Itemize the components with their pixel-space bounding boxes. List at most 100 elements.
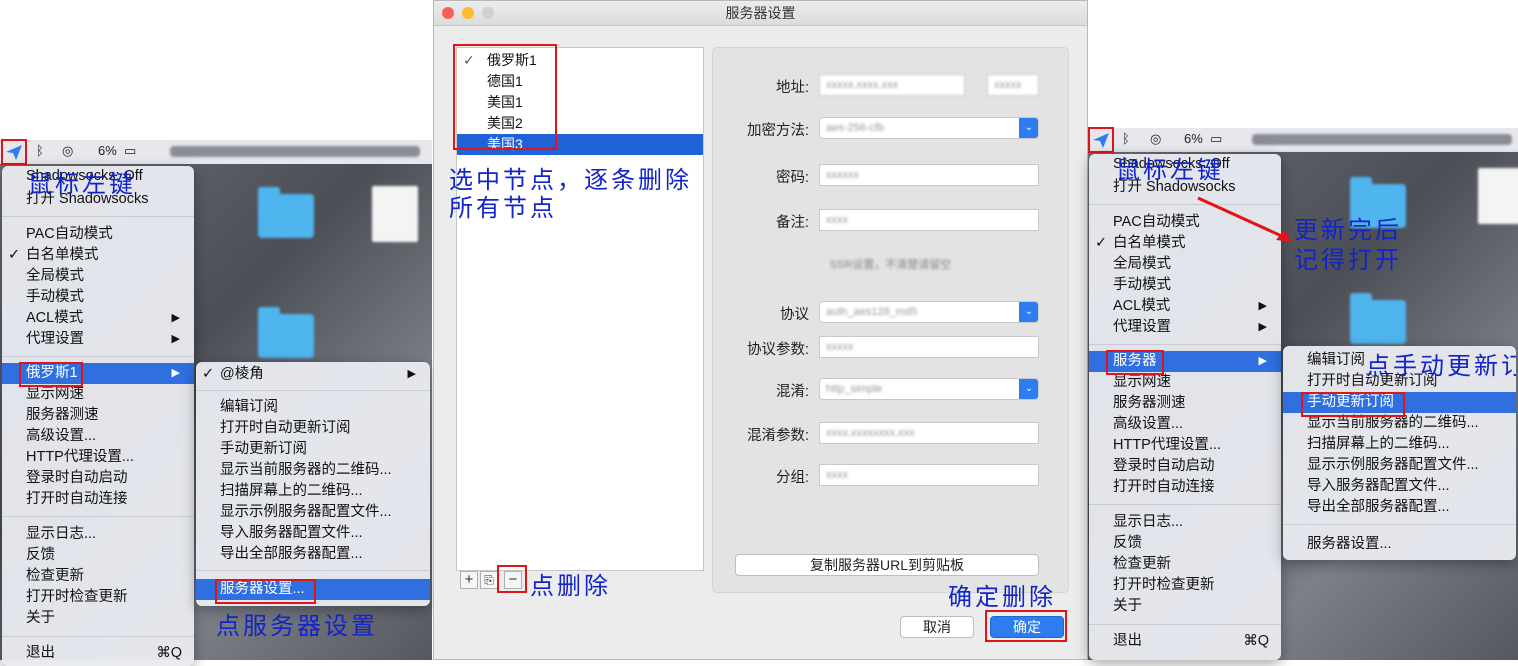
field-input[interactable]: xxxx — [819, 209, 1039, 231]
menu-item[interactable]: 反馈 — [1089, 533, 1281, 554]
menu-item[interactable]: 退出 ⌘Q — [2, 643, 194, 664]
menu-item[interactable]: 服务器测速 — [2, 405, 194, 426]
submenu-item[interactable]: 编辑订阅 — [196, 397, 430, 418]
menu-item[interactable]: 手动模式 — [2, 287, 194, 308]
menu-item[interactable]: 打开时检查更新 — [1089, 575, 1281, 596]
menu-item[interactable]: 代理设置 ▶ — [2, 329, 194, 350]
field-label: 混淆: — [775, 384, 809, 400]
zoom-window-button[interactable] — [482, 7, 494, 19]
field-select[interactable]: aes-256-cfb ⌄ — [819, 117, 1039, 139]
submenu-item[interactable]: 导入服务器配置文件... — [1283, 476, 1516, 497]
cancel-button[interactable]: 取消 — [900, 616, 974, 638]
menu-item[interactable]: ACL模式 ▶ — [1089, 296, 1281, 317]
copy-url-button[interactable]: 复制服务器URL到剪贴板 — [735, 554, 1039, 576]
duplicate-server-button[interactable]: ⎘ — [480, 571, 498, 589]
menu-item[interactable]: 退出 ⌘Q — [1089, 631, 1281, 652]
submenu-item[interactable]: ✓ @棱角 ▶ — [196, 364, 430, 385]
menu-item[interactable]: 打开时自动连接 — [1089, 477, 1281, 498]
submenu-item[interactable]: 扫描屏幕上的二维码... — [1283, 434, 1516, 455]
menu-item[interactable]: 全局模式 — [1089, 254, 1281, 275]
submenu-item-label: 编辑订阅 — [220, 399, 278, 415]
menu-item[interactable]: 登录时自动启动 — [2, 468, 194, 489]
annotation-left-click: 鼠标左键 — [28, 170, 136, 198]
field-label: 密码: — [775, 170, 809, 186]
menu-item[interactable]: ✓ 白名单模式 — [2, 245, 194, 266]
submenu-item-label: 显示示例服务器配置文件... — [220, 504, 392, 520]
port-input[interactable]: xxxxx — [987, 74, 1039, 96]
battery-percent: 6% — [1184, 131, 1203, 146]
submenu-item[interactable]: 服务器设置... — [1283, 534, 1516, 555]
close-window-button[interactable] — [442, 7, 454, 19]
bluetooth-icon[interactable]: ᛒ — [36, 143, 44, 158]
submenu-item[interactable]: 显示示例服务器配置文件... — [196, 502, 430, 523]
menu-item-label: 检查更新 — [1113, 556, 1171, 572]
battery-icon[interactable]: ▭ — [124, 143, 136, 159]
menu-item[interactable]: ACL模式 ▶ — [2, 308, 194, 329]
menu-item-label: 反馈 — [26, 547, 55, 563]
submenu-item[interactable]: 显示示例服务器配置文件... — [1283, 455, 1516, 476]
submenu-item[interactable]: 导出全部服务器配置... — [196, 544, 430, 565]
field-input[interactable]: xxxx.xxxxxxxx.xxx — [819, 422, 1039, 444]
menu-item-label: 反馈 — [1113, 535, 1142, 551]
submenu-item[interactable]: 打开时自动更新订阅 — [196, 418, 430, 439]
submenu-item[interactable]: 显示当前服务器的二维码... — [196, 460, 430, 481]
menu-item-label: PAC自动模式 — [26, 226, 113, 242]
wifi-icon[interactable]: ◎ — [62, 143, 73, 159]
menu-separator — [196, 570, 430, 571]
menu-item-label: 关于 — [26, 610, 55, 626]
menu-item[interactable]: 检查更新 — [1089, 554, 1281, 575]
menu-item-label: 显示日志... — [1113, 514, 1184, 530]
menu-item[interactable]: 检查更新 — [2, 566, 194, 587]
menu-item[interactable]: 手动模式 — [1089, 275, 1281, 296]
menu-item[interactable]: 服务器测速 — [1089, 393, 1281, 414]
menu-item[interactable]: 打开时自动连接 — [2, 489, 194, 510]
menu-item[interactable]: 显示日志... — [2, 524, 194, 545]
submenu-item[interactable]: 扫描屏幕上的二维码... — [196, 481, 430, 502]
submenu-item[interactable]: 导入服务器配置文件... — [196, 523, 430, 544]
menu-item[interactable]: 关于 — [1089, 596, 1281, 617]
menu-item[interactable]: 全局模式 — [2, 266, 194, 287]
menu-item[interactable]: 代理设置 ▶ — [1089, 317, 1281, 338]
add-server-button[interactable]: + — [460, 571, 478, 589]
menu-item[interactable]: 反馈 — [2, 545, 194, 566]
input-value: xxxx — [826, 469, 848, 481]
submenu-item-label: 手动更新订阅 — [220, 441, 307, 457]
menu-item[interactable]: 显示日志... — [1089, 512, 1281, 533]
annotation-reopen-2: 记得打开 — [1294, 246, 1402, 274]
wifi-icon[interactable]: ◎ — [1150, 131, 1161, 147]
menu-item[interactable]: 高级设置... — [1089, 414, 1281, 435]
menu-item[interactable]: HTTP代理设置... — [1089, 435, 1281, 456]
menubar-blurred-items — [170, 146, 420, 157]
menu-item[interactable]: 关于 — [2, 608, 194, 629]
field-select[interactable]: http_simple ⌄ — [819, 378, 1039, 400]
menu-item[interactable]: HTTP代理设置... — [2, 447, 194, 468]
menu-item[interactable]: 打开时检查更新 — [2, 587, 194, 608]
field-input[interactable]: xxxx — [819, 464, 1039, 486]
minimize-window-button[interactable] — [462, 7, 474, 19]
field-select[interactable]: auth_aes128_md5 ⌄ — [819, 301, 1039, 323]
submenu-item[interactable]: 导出全部服务器配置... — [1283, 497, 1516, 518]
field-input[interactable]: xxxxxx — [819, 164, 1039, 186]
field-input[interactable]: xxxxx — [819, 336, 1039, 358]
submenu-item[interactable]: 手动更新订阅 — [196, 439, 430, 460]
menu-item-label: 服务器测速 — [26, 407, 99, 423]
submenu-arrow-icon: ▶ — [1258, 321, 1267, 333]
bluetooth-icon[interactable]: ᛒ — [1122, 131, 1130, 146]
menu-item[interactable]: 显示网速 — [2, 384, 194, 405]
field-label: 协议参数: — [746, 342, 809, 358]
menu-item-label: 打开时检查更新 — [1113, 577, 1215, 593]
menu-item[interactable]: 显示网速 — [1089, 372, 1281, 393]
menu-item-label: 服务器测速 — [1113, 395, 1186, 411]
menu-item[interactable]: 登录时自动启动 — [1089, 456, 1281, 477]
annotation-confirm-delete: 确定删除 — [948, 583, 1056, 611]
annotation-server-settings: 点服务器设置 — [216, 612, 378, 640]
menu-item[interactable]: 高级设置... — [2, 426, 194, 447]
submenu-item-label: 编辑订阅 — [1307, 352, 1365, 368]
menu-item-label: 打开时检查更新 — [26, 589, 128, 605]
chevron-down-icon: ⌄ — [1019, 379, 1038, 399]
menubar-left: ᛒ ◎ 6% ▭ — [0, 140, 432, 164]
battery-icon[interactable]: ▭ — [1210, 131, 1222, 147]
address-input[interactable]: xxxxx.xxxx.xxx — [819, 74, 965, 96]
menu-item[interactable]: PAC自动模式 — [2, 224, 194, 245]
menu-item-label: PAC自动模式 — [1113, 214, 1200, 230]
